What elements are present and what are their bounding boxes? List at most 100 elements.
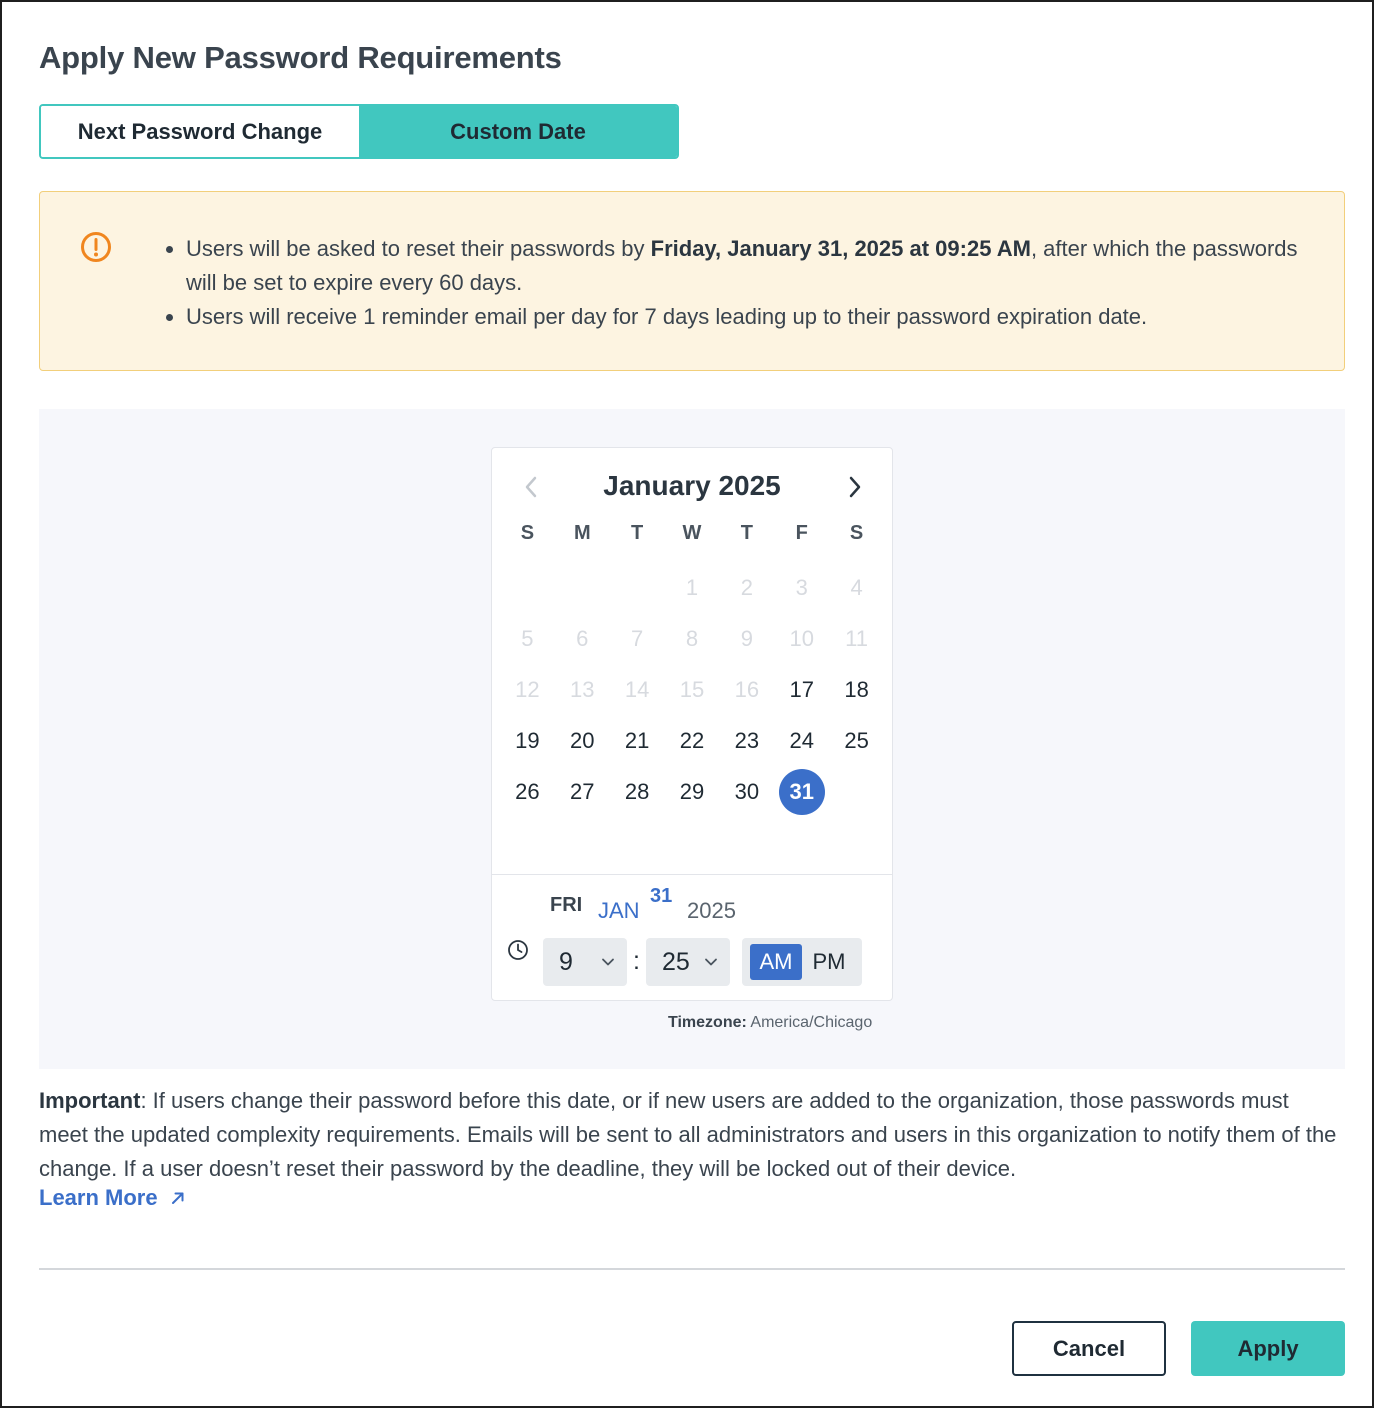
calendar-day[interactable]: 18 <box>829 664 884 715</box>
calendar-day-number: 13 <box>570 676 595 702</box>
calendar-day-number: 19 <box>515 727 540 753</box>
calendar-day[interactable]: 24 <box>774 715 829 766</box>
timezone-key: Timezone: <box>668 1014 747 1031</box>
am-button[interactable]: AM <box>750 944 802 980</box>
calendar-month-label: January 2025 <box>603 470 781 501</box>
weekday-label: T <box>631 522 644 544</box>
calendar-day-number: 24 <box>789 727 814 753</box>
calendar-day: 10 <box>774 613 829 664</box>
calendar-grid: 1 2 3 4 5 6 7 8 9 10 11 12 13 14 15 16 17 18 19 20 21 22 23 24 2… <box>500 562 884 817</box>
calendar-day-selected[interactable]: 31 <box>774 766 829 817</box>
weekday-label: M <box>573 522 591 544</box>
calendar-blank <box>500 562 555 613</box>
learn-more-link[interactable]: Learn More <box>39 1185 186 1211</box>
calendar-blank <box>610 562 665 613</box>
calendar-day: 8 <box>665 613 720 664</box>
calendar-day[interactable]: 21 <box>610 715 665 766</box>
warning-alert: Users will be asked to reset their passw… <box>39 191 1345 371</box>
divider <box>492 874 892 875</box>
calendar-day-number: 22 <box>679 727 705 753</box>
calendar-day[interactable]: 30 <box>719 766 774 817</box>
calendar-day: 4 <box>829 562 884 613</box>
calendar-day[interactable]: 17 <box>774 664 829 715</box>
clock-icon <box>508 940 528 960</box>
am-pm-toggle: AM PM <box>742 938 862 986</box>
time-separator: : <box>633 947 640 975</box>
calendar-day: 3 <box>774 562 829 613</box>
calendar-day[interactable]: 27 <box>555 766 610 817</box>
tab-next-password-change[interactable]: Next Password Change <box>41 106 359 157</box>
deadline-text: Friday, January 31, 2025 at 09:25 AM <box>650 236 1031 261</box>
calendar-day-number: 20 <box>570 727 595 753</box>
calendar-day-number: 8 <box>685 625 699 651</box>
date-mode-toggle: Next Password Change Custom Date <box>39 104 679 159</box>
calendar-day-number: 12 <box>515 676 540 702</box>
weekday-header: SMTWTFS <box>500 522 884 545</box>
calendar-day-number: 31 <box>778 768 825 815</box>
tab-custom-date[interactable]: Custom Date <box>359 106 677 157</box>
weekday-label: S <box>520 522 535 544</box>
calendar-day-number: 23 <box>734 727 760 753</box>
calendar-day[interactable]: 26 <box>500 766 555 817</box>
calendar-day: 12 <box>500 664 555 715</box>
calendar-day[interactable]: 20 <box>555 715 610 766</box>
calendar-day-number: 28 <box>624 778 650 804</box>
calendar-day-number: 16 <box>734 676 760 702</box>
selected-year: 2025 <box>687 898 736 923</box>
calendar-day-number: 14 <box>624 676 650 702</box>
alert-item-deadline: Users will be asked to reset their passw… <box>186 232 1306 300</box>
calendar-day-number: 21 <box>624 727 650 753</box>
cancel-button[interactable]: Cancel <box>1012 1321 1166 1376</box>
date-picker-panel: January 2025 SMTWTFS 1 2 3 4 5 6 7 8 9 10 11 12 13 14… <box>39 409 1345 1069</box>
calendar-day[interactable]: 25 <box>829 715 884 766</box>
calendar-day-number: 30 <box>734 778 760 804</box>
calendar-day-number: 10 <box>789 625 814 651</box>
calendar-day: 1 <box>665 562 720 613</box>
calendar-day-number: 11 <box>845 625 868 651</box>
calendar-day-number: 2 <box>740 574 753 600</box>
external-link-icon <box>171 1192 184 1204</box>
calendar-day-number: 25 <box>844 727 869 753</box>
timezone-label: Timezone: America/Chicago <box>668 1014 872 1032</box>
calendar-day: 13 <box>555 664 610 715</box>
calendar-day: 11 <box>829 613 884 664</box>
footer-divider <box>39 1268 1345 1270</box>
calendar-day: 5 <box>500 613 555 664</box>
apply-button[interactable]: Apply <box>1191 1321 1345 1376</box>
selected-month: JAN <box>598 898 640 923</box>
alert-item-reminder: Users will receive 1 reminder email per … <box>186 300 1306 334</box>
calendar-day[interactable]: 19 <box>500 715 555 766</box>
calendar-day-number: 17 <box>789 676 814 702</box>
calendar-day-number: 29 <box>679 778 705 804</box>
calendar-day: 16 <box>719 664 774 715</box>
chevron-down-icon <box>705 958 717 966</box>
calendar-day[interactable]: 29 <box>665 766 720 817</box>
calendar-blank <box>555 562 610 613</box>
calendar-day: 6 <box>555 613 610 664</box>
calendar-day: 9 <box>719 613 774 664</box>
calendar: January 2025 SMTWTFS 1 2 3 4 5 6 7 8 9 10 11 12 13 14… <box>491 447 893 1001</box>
hour-select[interactable]: 9 <box>543 938 627 986</box>
important-note: Important: If users change their passwor… <box>39 1084 1339 1186</box>
calendar-day[interactable]: 23 <box>719 715 774 766</box>
important-text: : If users change their password before … <box>39 1088 1337 1181</box>
minute-select[interactable]: 25 <box>646 938 730 986</box>
pm-button[interactable]: PM <box>806 944 852 980</box>
hour-value: 9 <box>559 947 573 976</box>
calendar-day-number: 18 <box>844 676 869 702</box>
calendar-day-number: 7 <box>631 625 644 651</box>
calendar-day: 2 <box>719 562 774 613</box>
calendar-day-number: 1 <box>685 574 699 600</box>
dialog: Apply New Password Requirements Next Pas… <box>0 0 1374 1408</box>
calendar-day: 7 <box>610 613 665 664</box>
calendar-day-number: 15 <box>679 676 705 702</box>
weekday-label: W <box>682 522 702 544</box>
calendar-day: 14 <box>610 664 665 715</box>
calendar-day-number: 6 <box>576 625 589 651</box>
learn-more-label: Learn More <box>39 1185 158 1210</box>
chevron-right-icon[interactable] <box>840 472 870 502</box>
calendar-day[interactable]: 28 <box>610 766 665 817</box>
alert-list: Users will be asked to reset their passw… <box>186 232 1306 334</box>
calendar-day-number: 27 <box>570 778 595 804</box>
calendar-day[interactable]: 22 <box>665 715 720 766</box>
